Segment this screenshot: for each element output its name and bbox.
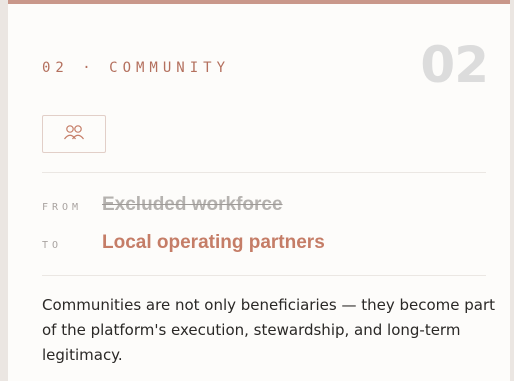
divider-bottom	[42, 275, 486, 276]
from-label: FROM	[42, 202, 83, 213]
people-icon	[64, 125, 84, 140]
from-value: Excluded workforce	[102, 194, 283, 215]
section-number: 02	[420, 36, 489, 94]
community-card: 02 · COMMUNITY 02 FROM Excluded workforc…	[8, 0, 510, 381]
to-value: Local operating partners	[102, 232, 325, 253]
divider-top	[42, 172, 486, 173]
description-text: Communities are not only beneficiaries —…	[42, 296, 496, 364]
section-eyebrow: 02 · COMMUNITY	[42, 60, 231, 76]
to-label: TO	[42, 240, 63, 251]
icon-badge	[42, 115, 106, 153]
